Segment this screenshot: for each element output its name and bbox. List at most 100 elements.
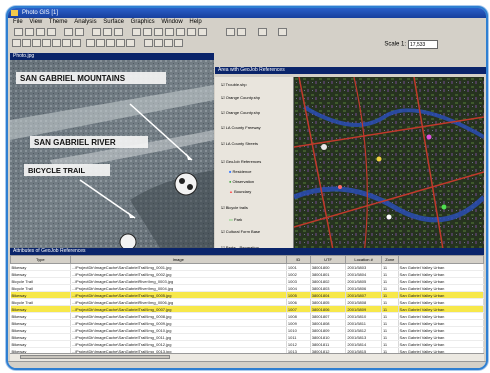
pan-tool[interactable] <box>32 39 41 47</box>
legend-layer[interactable]: ☑ LA County Freeway <box>221 125 261 130</box>
table-row[interactable]: Bicycle Trail ...\ProjectDir\ImageCache\S… <box>10 284 485 292</box>
cut-button[interactable] <box>47 28 56 36</box>
scale-input[interactable] <box>408 40 438 49</box>
table-row[interactable]: Bikeway ...\ProjectDir\ImageCache\SanGabr… <box>10 270 485 278</box>
menu-window[interactable]: Window <box>161 19 182 25</box>
table-row[interactable]: Bicycle Trail ...\ProjectDir\ImageCache\S… <box>10 277 485 285</box>
scale-label: Scale 1: <box>384 41 406 48</box>
table-row[interactable]: Bikeway ...\ProjectDir\ImageCache\SanGabr… <box>10 312 485 320</box>
select-tool[interactable] <box>164 39 173 47</box>
help-button[interactable] <box>258 28 267 36</box>
legend-layer[interactable]: ☑ Bicycle trails <box>221 205 248 210</box>
text-tool[interactable] <box>52 39 61 47</box>
scrollbar-thumb[interactable] <box>20 355 170 359</box>
menu-surface[interactable]: Surface <box>103 19 124 25</box>
table-cell: 11 <box>381 291 399 299</box>
zoom-in-button[interactable] <box>92 28 101 36</box>
column-header-type[interactable]: Type <box>10 255 71 264</box>
legend-symbol: ● Observation <box>229 179 255 184</box>
table-row[interactable]: Bikeway ...\ProjectDir\ImageCache\SanGabr… <box>10 333 485 341</box>
find-button[interactable] <box>143 28 152 36</box>
column-header-location[interactable]: Location # <box>345 255 382 264</box>
erase-tool[interactable] <box>106 39 115 47</box>
polygon-tool[interactable] <box>72 39 81 47</box>
attribute-table: Type Image ID UTF Location # Zone Bikewa… <box>10 255 485 361</box>
photo-pane-title: Photo.jpg <box>10 53 214 60</box>
paste-button[interactable] <box>75 28 84 36</box>
table-cell: 11 <box>381 319 399 327</box>
horizontal-scrollbar[interactable] <box>10 353 484 361</box>
table-cell: Bicycle Trail <box>10 284 71 292</box>
table-cell: 38001810 <box>310 333 347 341</box>
table-row[interactable]: Bikeway ...\ProjectDir\ImageCache\SanGabr… <box>10 305 485 313</box>
column-header-zone[interactable]: Zone <box>380 255 399 264</box>
column-header-id[interactable]: ID <box>285 255 311 264</box>
select-button[interactable] <box>165 28 174 36</box>
vertex-tool[interactable] <box>86 39 95 47</box>
table-cell: 11 <box>381 326 399 334</box>
snap-tool[interactable] <box>144 39 153 47</box>
label-trail: BICYCLE TRAIL <box>28 166 86 175</box>
table-cell: San Gabriel Valley Urban <box>398 305 485 313</box>
table-cell: San Gabriel Valley Urban <box>398 284 485 292</box>
legend-layer[interactable]: ☑ Trouble.shp <box>221 82 247 87</box>
measure-button[interactable] <box>154 28 163 36</box>
label-tool[interactable] <box>42 39 51 47</box>
legend-layer[interactable]: ☑ Orange County.shp <box>221 110 260 115</box>
table-cell: 2001/5803 <box>345 263 382 271</box>
table-cell: Bikeway <box>10 333 71 341</box>
clear-button[interactable] <box>176 28 185 36</box>
zoom-tool[interactable] <box>22 39 31 47</box>
table-row[interactable]: Bicycle Trail ...\ProjectDir\ImageCache\S… <box>10 298 485 306</box>
area-tool[interactable] <box>126 39 135 47</box>
query-button[interactable] <box>237 28 246 36</box>
column-header-utf[interactable]: UTF <box>309 255 347 264</box>
column-header-extra[interactable] <box>397 255 485 264</box>
pan-button[interactable] <box>114 28 123 36</box>
table-cell: 2001/5808 <box>345 298 382 306</box>
info-tool[interactable] <box>174 39 183 47</box>
save-button[interactable] <box>14 28 23 36</box>
table-cell: 1008 <box>286 312 311 320</box>
hotlink-tool[interactable] <box>116 39 125 47</box>
copy-button[interactable] <box>64 28 73 36</box>
map-canvas[interactable] <box>294 77 484 255</box>
table-cell: ...\ProjectDir\ImageCache\SanGabrielRive… <box>70 284 287 292</box>
table-cell: ...\ProjectDir\ImageCache\SanGabrielTrai… <box>70 333 287 341</box>
map-view[interactable] <box>294 77 484 255</box>
table-cell: 2001/5811 <box>345 319 382 327</box>
menu-graphics[interactable]: Graphics <box>131 19 155 25</box>
layout-button[interactable] <box>187 28 196 36</box>
table-cell: 1002 <box>286 270 311 278</box>
chart-button[interactable] <box>198 28 207 36</box>
menu-help[interactable]: Help <box>189 19 201 25</box>
pointer-tool[interactable] <box>12 39 21 47</box>
menu-theme[interactable]: Theme <box>49 19 68 25</box>
draw-tool[interactable] <box>96 39 105 47</box>
rotate-tool[interactable] <box>154 39 163 47</box>
open-button[interactable] <box>25 28 34 36</box>
legend-layer[interactable]: ☑ Orange County.shp <box>221 95 260 100</box>
legend-layer[interactable]: ☑ GeoJob References <box>221 159 261 164</box>
zoom-out-button[interactable] <box>103 28 112 36</box>
identify-button[interactable] <box>132 28 141 36</box>
legend-layer[interactable]: ☑ LA County Streets <box>221 141 258 146</box>
table-cell: 11 <box>381 270 399 278</box>
table-row[interactable]: Bikeway ...\ProjectDir\ImageCache\SanGabr… <box>10 263 485 271</box>
menu-analysis[interactable]: Analysis <box>74 19 96 25</box>
label-river: SAN GABRIEL RIVER <box>34 138 116 147</box>
legend-layer[interactable]: ☑ Cultural Form Base <box>221 229 260 234</box>
table-row[interactable]: Bikeway ...\ProjectDir\ImageCache\SanGabr… <box>10 319 485 327</box>
print-button[interactable] <box>36 28 45 36</box>
table-cell: ...\ProjectDir\ImageCache\SanGabrielRive… <box>70 277 287 285</box>
menu-view[interactable]: View <box>29 19 42 25</box>
table-button[interactable] <box>226 28 235 36</box>
table-row[interactable]: Bikeway ...\ProjectDir\ImageCache\SanGabr… <box>10 326 485 334</box>
column-header-image[interactable]: Image <box>69 255 287 264</box>
table-row[interactable]: Bikeway ...\ProjectDir\ImageCache\SanGabr… <box>10 291 485 299</box>
line-tool[interactable] <box>62 39 71 47</box>
menu-file[interactable]: File <box>13 19 23 25</box>
table-cell: ...\ProjectDir\ImageCache\SanGabrielTrai… <box>70 291 287 299</box>
link-button[interactable] <box>278 28 287 36</box>
table-row[interactable]: Bikeway ...\ProjectDir\ImageCache\SanGabr… <box>10 340 485 348</box>
